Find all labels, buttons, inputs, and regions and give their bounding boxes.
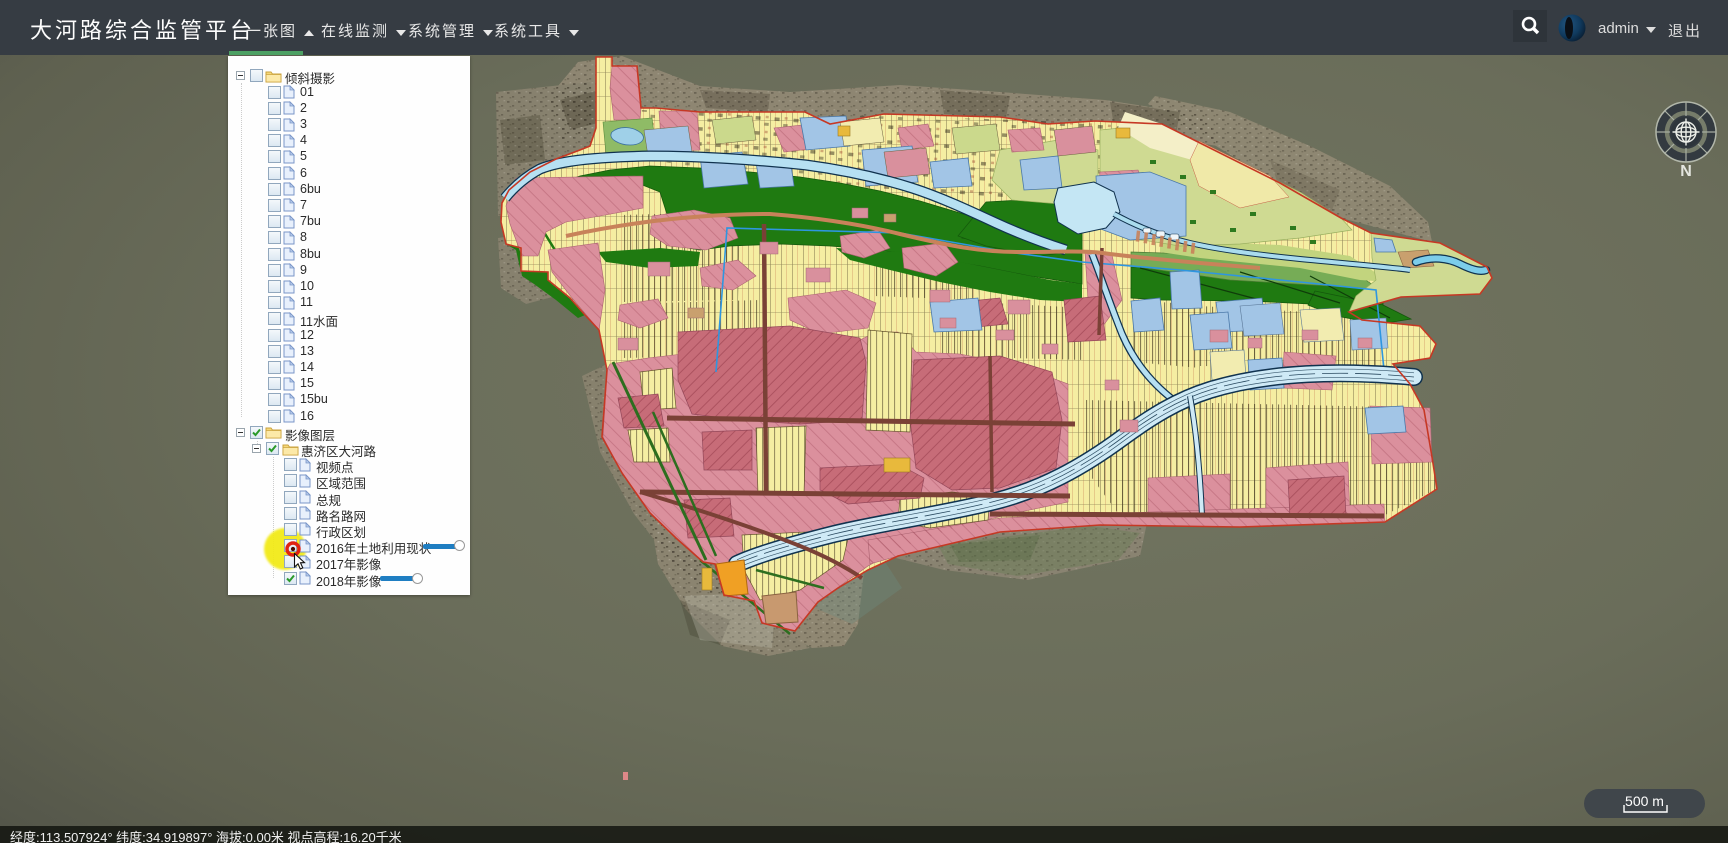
svg-text:N: N [1680, 163, 1692, 180]
